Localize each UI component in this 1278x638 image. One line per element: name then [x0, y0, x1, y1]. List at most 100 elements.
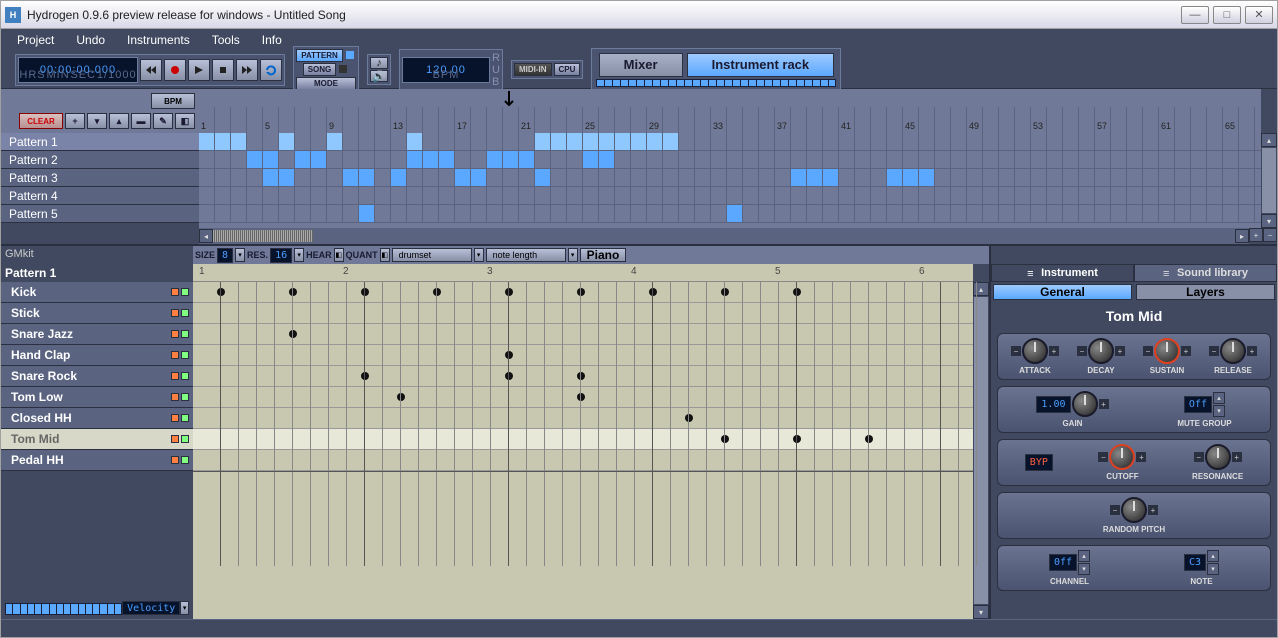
- resonance-label: RESONANCE: [1192, 472, 1243, 481]
- song-grid[interactable]: [199, 133, 1261, 228]
- hear-toggle[interactable]: ◧: [334, 248, 344, 262]
- instrument-row[interactable]: Closed HH: [1, 408, 193, 429]
- cutoff-knob[interactable]: [1109, 444, 1135, 470]
- forward-button[interactable]: [236, 59, 258, 81]
- rewind-button[interactable]: [140, 59, 162, 81]
- close-button[interactable]: ✕: [1245, 6, 1273, 24]
- attack-label: ATTACK: [1019, 366, 1051, 375]
- minimize-button[interactable]: —: [1181, 6, 1209, 24]
- channel-up[interactable]: ▴: [1078, 550, 1090, 562]
- pattern-grid[interactable]: [193, 282, 973, 471]
- mixer-button[interactable]: Mixer: [599, 53, 683, 77]
- draw-mode-button[interactable]: ▬: [131, 113, 151, 129]
- res-value[interactable]: 16: [270, 248, 292, 263]
- move-down-button[interactable]: ▾: [87, 113, 107, 129]
- mode-song-button[interactable]: SONG: [303, 63, 337, 76]
- metronome-button[interactable]: ♪: [370, 57, 388, 69]
- play-button[interactable]: [188, 59, 210, 81]
- pattern-name: Pattern 1: [1, 264, 193, 282]
- instrument-row[interactable]: Stick: [1, 303, 193, 324]
- instrument-row[interactable]: Hand Clap: [1, 345, 193, 366]
- app-icon: H: [5, 7, 21, 23]
- decay-label: DECAY: [1087, 366, 1114, 375]
- midi-panel: 0ff▴▾CHANNEL C3▴▾NOTE: [997, 545, 1271, 591]
- bpm-timeline-button[interactable]: BPM: [151, 93, 195, 109]
- speaker-button[interactable]: 🔊: [370, 70, 388, 82]
- notelength-dropdown[interactable]: ▾: [568, 248, 578, 262]
- decay-knob[interactable]: [1088, 338, 1114, 364]
- size-label: SIZE: [195, 250, 215, 260]
- song-editor: BPM CLEAR + ▾ ▴ ▬ ✎ ◧ 159131721252933374…: [1, 89, 1277, 246]
- gain-knob[interactable]: [1072, 391, 1098, 417]
- drumset-dropdown[interactable]: ▾: [474, 248, 484, 262]
- stop-button[interactable]: [212, 59, 234, 81]
- note-down[interactable]: ▾: [1207, 563, 1219, 575]
- song-zoom-in[interactable]: +: [1249, 228, 1263, 242]
- mutegroup-down[interactable]: ▾: [1213, 405, 1225, 417]
- select-mode-button[interactable]: ✎: [153, 113, 173, 129]
- bpm-display[interactable]: 120.00 BPM: [402, 57, 490, 83]
- menu-undo[interactable]: Undo: [76, 33, 105, 47]
- timeline-toggle-button[interactable]: ◧: [175, 113, 195, 129]
- instrument-row[interactable]: Kick: [1, 282, 193, 303]
- mutegroup-up[interactable]: ▴: [1213, 392, 1225, 404]
- velocity-meter: [5, 603, 122, 615]
- song-zoom-out[interactable]: −: [1263, 228, 1277, 242]
- note-up[interactable]: ▴: [1207, 550, 1219, 562]
- release-knob[interactable]: [1220, 338, 1246, 364]
- instrument-row[interactable]: Tom Low: [1, 387, 193, 408]
- mode-pattern-button[interactable]: PATTERN: [296, 49, 343, 62]
- song-ruler[interactable]: 1591317212529333741454953576165: [199, 89, 1261, 133]
- menu-info[interactable]: Info: [262, 33, 282, 47]
- instrument-row[interactable]: Snare Jazz: [1, 324, 193, 345]
- pattern-item[interactable]: Pattern 5: [1, 205, 199, 223]
- sustain-knob[interactable]: [1154, 338, 1180, 364]
- maximize-button[interactable]: □: [1213, 6, 1241, 24]
- pattern-scroll-down[interactable]: ▾: [973, 605, 989, 619]
- add-pattern-button[interactable]: +: [65, 113, 85, 129]
- song-scroll-up[interactable]: ▴: [1261, 133, 1277, 147]
- quant-toggle[interactable]: ◧: [380, 248, 390, 262]
- loop-button[interactable]: [260, 59, 282, 81]
- drumset-select[interactable]: drumset: [392, 248, 472, 262]
- attack-knob[interactable]: [1022, 338, 1048, 364]
- velocity-selector[interactable]: Velocity: [122, 601, 180, 615]
- instrument-row[interactable]: Pedal HH: [1, 450, 193, 471]
- instrument-row[interactable]: Tom Mid: [1, 429, 193, 450]
- mutegroup-value: Off: [1184, 396, 1212, 413]
- velocity-dropdown[interactable]: ▾: [180, 601, 189, 615]
- tab-instrument[interactable]: ≡Instrument: [991, 264, 1134, 282]
- velocity-editor[interactable]: [193, 471, 973, 566]
- res-dropdown[interactable]: ▾: [294, 248, 304, 262]
- tab-layers[interactable]: Layers: [1136, 284, 1275, 300]
- size-value[interactable]: 8: [217, 248, 233, 263]
- song-hscroll[interactable]: ◂ ▸: [199, 228, 1249, 244]
- channel-down[interactable]: ▾: [1078, 563, 1090, 575]
- notelength-select[interactable]: note length: [486, 248, 566, 262]
- gain-panel: 1.00+GAIN Off▴▾MUTE GROUP: [997, 386, 1271, 433]
- move-up-button[interactable]: ▴: [109, 113, 129, 129]
- record-button[interactable]: [164, 59, 186, 81]
- pattern-item[interactable]: Pattern 3: [1, 169, 199, 187]
- resonance-knob[interactable]: [1205, 444, 1231, 470]
- size-dropdown[interactable]: ▾: [235, 248, 245, 262]
- midi-in-button[interactable]: MIDI-IN: [514, 63, 552, 76]
- gain-label: GAIN: [1062, 419, 1082, 428]
- sustain-label: SUSTAIN: [1150, 366, 1185, 375]
- pattern-item[interactable]: Pattern 4: [1, 187, 199, 205]
- menu-project[interactable]: Project: [17, 33, 54, 47]
- piano-button[interactable]: Piano: [580, 248, 627, 262]
- instrument-title: Tom Mid: [991, 302, 1277, 330]
- bypass-button[interactable]: BYP: [1025, 454, 1053, 471]
- pattern-item[interactable]: Pattern 1: [1, 133, 199, 151]
- instrument-row[interactable]: Snare Rock: [1, 366, 193, 387]
- instrument-rack-button[interactable]: Instrument rack: [687, 53, 835, 77]
- random-pitch-knob[interactable]: [1121, 497, 1147, 523]
- song-scroll-down[interactable]: ▾: [1261, 214, 1277, 228]
- menu-tools[interactable]: Tools: [212, 33, 240, 47]
- tab-general[interactable]: General: [993, 284, 1132, 300]
- pattern-item[interactable]: Pattern 2: [1, 151, 199, 169]
- tab-sound-library[interactable]: ≡Sound library: [1134, 264, 1277, 282]
- menu-instruments[interactable]: Instruments: [127, 33, 190, 47]
- clear-button[interactable]: CLEAR: [19, 113, 63, 129]
